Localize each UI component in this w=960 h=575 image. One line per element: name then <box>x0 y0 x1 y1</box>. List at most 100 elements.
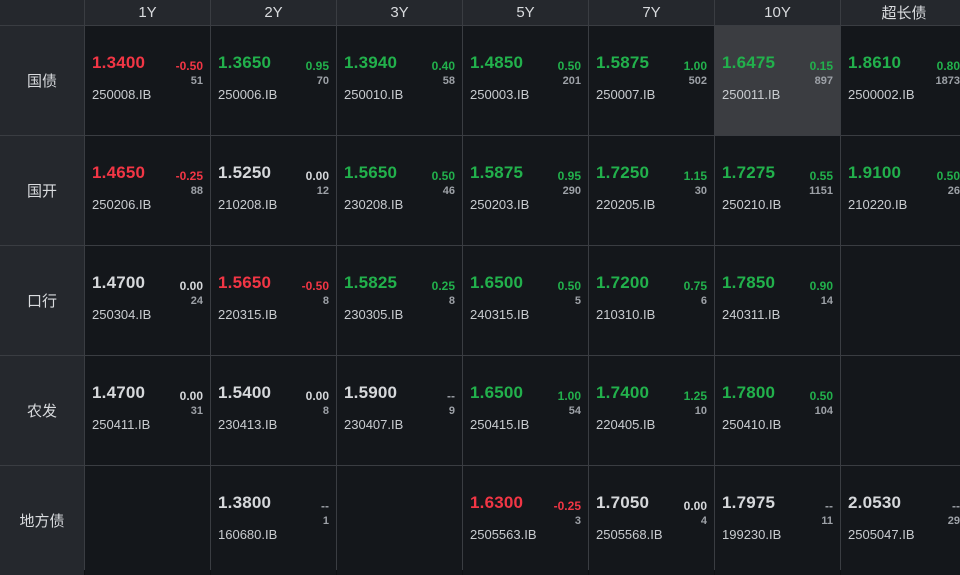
column-header-tenor[interactable]: 超长债 <box>841 0 960 25</box>
row-header-issuer[interactable]: 国开 <box>0 136 84 245</box>
quote-cell[interactable]: 1.5650 0.50 46 230208.IB <box>337 136 462 245</box>
quote-cell[interactable]: 1.7200 0.75 6 210310.IB <box>589 246 714 355</box>
yield-change-bp: -- <box>447 389 455 403</box>
yield-value: 2.0530 <box>848 493 902 512</box>
bond-code: 250006.IB <box>218 87 278 102</box>
quote-cell[interactable]: 2.0530 -- 29 2505047.IB <box>841 466 960 575</box>
row-header-issuer[interactable]: 农发 <box>0 356 84 465</box>
yield-value: 1.7250 <box>596 163 650 182</box>
yield-value: 1.5875 <box>470 163 524 182</box>
column-header-tenor[interactable]: 10Y <box>715 0 840 25</box>
header-corner <box>0 0 84 25</box>
yield-value: 1.7975 <box>722 493 776 512</box>
quote-cell[interactable]: 1.7050 0.00 4 2505568.IB <box>589 466 714 575</box>
yield-value: 1.5650 <box>218 273 272 292</box>
yield-value: 1.5650 <box>344 163 398 182</box>
quote-cell[interactable]: 1.5650 -0.50 8 220315.IB <box>211 246 336 355</box>
bond-code: 230305.IB <box>344 307 404 322</box>
yield-change-bp: 0.80 <box>936 59 960 73</box>
bond-code: 230407.IB <box>344 417 404 432</box>
yield-change-bp: 0.00 <box>305 169 329 183</box>
quote-cell[interactable]: 1.5250 0.00 12 210208.IB <box>211 136 336 245</box>
quote-cell[interactable]: 1.7800 0.50 104 250410.IB <box>715 356 840 465</box>
yield-value: 1.7400 <box>596 383 650 402</box>
quote-cell[interactable]: 1.7275 0.55 1151 250210.IB <box>715 136 840 245</box>
trade-count: 8 <box>322 405 329 417</box>
yield-change-bp: -0.25 <box>175 169 203 183</box>
trade-count: 5 <box>574 295 581 307</box>
quote-cell[interactable]: 1.3650 0.95 70 250006.IB <box>211 26 336 135</box>
trade-count: 201 <box>562 75 581 87</box>
quote-cell[interactable]: 1.4700 0.00 31 250411.IB <box>85 356 210 465</box>
bond-code: 250010.IB <box>344 87 404 102</box>
quote-cell[interactable]: 1.6500 1.00 54 250415.IB <box>463 356 588 465</box>
quote-cell[interactable]: 1.3800 -- 1 160680.IB <box>211 466 336 575</box>
quote-cell[interactable]: 1.6300 -0.25 3 2505563.IB <box>463 466 588 575</box>
quote-cell[interactable]: 1.7400 1.25 10 220405.IB <box>589 356 714 465</box>
yield-change-bp: -0.50 <box>175 59 203 73</box>
yield-change-bp: 0.95 <box>557 169 581 183</box>
empty-quote-cell <box>85 466 210 575</box>
quote-cell[interactable]: 1.5400 0.00 8 230413.IB <box>211 356 336 465</box>
trade-count: 1873 <box>935 75 960 87</box>
trade-count: 11 <box>821 515 833 527</box>
yield-value: 1.7200 <box>596 273 650 292</box>
trade-count: 31 <box>190 405 203 417</box>
bond-code: 199230.IB <box>722 527 782 542</box>
yield-value: 1.5825 <box>344 273 398 292</box>
yield-change-bp: 0.50 <box>557 59 581 73</box>
row-header-issuer[interactable]: 地方债 <box>0 466 84 575</box>
yield-change-bp: 0.55 <box>809 169 833 183</box>
quote-cell[interactable]: 1.5875 0.95 290 250203.IB <box>463 136 588 245</box>
trade-count: 4 <box>700 515 707 527</box>
bond-code: 250008.IB <box>92 87 152 102</box>
trade-count: 26 <box>947 185 960 197</box>
yield-value: 1.6500 <box>470 273 524 292</box>
quote-cell[interactable]: 1.7850 0.90 14 240311.IB <box>715 246 840 355</box>
bond-code: 160680.IB <box>218 527 278 542</box>
trade-count: 10 <box>694 405 707 417</box>
quote-cell[interactable]: 1.4650 -0.25 88 250206.IB <box>85 136 210 245</box>
quote-cell[interactable]: 1.6500 0.50 5 240315.IB <box>463 246 588 355</box>
yield-value: 1.5400 <box>218 383 272 402</box>
bond-code: 210208.IB <box>218 197 278 212</box>
yield-value: 1.4700 <box>92 273 146 292</box>
trade-count: 12 <box>316 185 329 197</box>
quote-cell[interactable]: 1.7975 -- 11 199230.IB <box>715 466 840 575</box>
trade-count: 70 <box>316 75 329 87</box>
yield-change-bp: 0.75 <box>683 279 707 293</box>
yield-value: 1.4850 <box>470 53 524 72</box>
bond-code: 220315.IB <box>218 307 278 322</box>
bond-code: 250003.IB <box>470 87 530 102</box>
yield-value: 1.3800 <box>218 493 272 512</box>
yield-change-bp: 1.00 <box>683 59 707 73</box>
bond-code: 250410.IB <box>722 417 782 432</box>
quote-cell[interactable]: 1.4850 0.50 201 250003.IB <box>463 26 588 135</box>
quote-cell[interactable]: 1.9100 0.50 26 210220.IB <box>841 136 960 245</box>
row-header-issuer[interactable]: 口行 <box>0 246 84 355</box>
bond-code: 250011.IB <box>722 87 781 102</box>
quote-cell[interactable]: 1.3940 0.40 58 250010.IB <box>337 26 462 135</box>
yield-value: 1.3400 <box>92 53 146 72</box>
yield-value: 1.9100 <box>848 163 902 182</box>
yield-change-bp: -- <box>825 499 833 513</box>
column-header-tenor[interactable]: 1Y <box>85 0 210 25</box>
bond-code: 2500002.IB <box>848 87 915 102</box>
column-header-tenor[interactable]: 7Y <box>589 0 714 25</box>
quote-cell[interactable]: 1.6475 0.15 897 250011.IB <box>715 26 840 135</box>
column-header-tenor[interactable]: 3Y <box>337 0 462 25</box>
quote-cell[interactable]: 1.4700 0.00 24 250304.IB <box>85 246 210 355</box>
column-header-tenor[interactable]: 5Y <box>463 0 588 25</box>
bond-code: 2505568.IB <box>596 527 663 542</box>
row-header-issuer[interactable]: 国债 <box>0 26 84 135</box>
quote-cell[interactable]: 1.5900 -- 9 230407.IB <box>337 356 462 465</box>
quote-cell[interactable]: 1.3400 -0.50 51 250008.IB <box>85 26 210 135</box>
column-header-tenor[interactable]: 2Y <box>211 0 336 25</box>
quote-cell[interactable]: 1.5825 0.25 8 230305.IB <box>337 246 462 355</box>
quote-cell[interactable]: 1.7250 1.15 30 220205.IB <box>589 136 714 245</box>
yield-change-bp: 0.50 <box>809 389 833 403</box>
quote-cell[interactable]: 1.8610 0.80 1873 2500002.IB <box>841 26 960 135</box>
quote-cell[interactable]: 1.5875 1.00 502 250007.IB <box>589 26 714 135</box>
bond-code: 230208.IB <box>344 197 404 212</box>
trade-count: 1151 <box>809 185 833 197</box>
